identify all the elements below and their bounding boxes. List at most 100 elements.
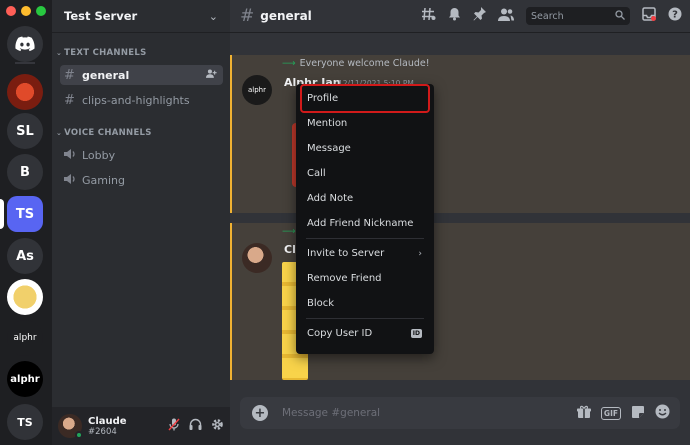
topbar-toolbar: Search ? [421, 7, 682, 25]
channel-clips-and-highlights[interactable]: # clips-and-highlights [60, 90, 223, 110]
search-placeholder: Search [531, 10, 564, 22]
chevron-right-icon: › [418, 248, 422, 259]
menu-item-label: Add Note [307, 193, 354, 204]
voice-channel-gaming[interactable]: Gaming [60, 170, 223, 190]
menu-separator [306, 318, 424, 319]
channel-label: general [82, 68, 130, 82]
menu-item-mention[interactable]: Mention [302, 111, 428, 136]
headphones-icon[interactable] [189, 418, 202, 434]
server-icon-b[interactable]: B [7, 154, 43, 190]
server-icon-yellow[interactable] [7, 279, 43, 315]
home-button[interactable] [7, 26, 43, 62]
gift-icon[interactable] [576, 405, 591, 422]
server-icon-as[interactable]: As [7, 238, 43, 274]
menu-item-label: Invite to Server [307, 248, 385, 259]
user-context-menu: Profile Mention Message Call Add Note Ad… [296, 84, 434, 354]
mic-muted-icon[interactable] [168, 418, 180, 434]
minimize-window-button[interactable] [21, 6, 31, 16]
category-label: VOICE CHANNELS [64, 128, 152, 138]
user-panel: Claude #2604 [52, 407, 230, 445]
threads-icon[interactable] [421, 7, 436, 25]
user-tag: #2604 [88, 426, 117, 437]
channel-label: Gaming [82, 173, 125, 187]
zoom-window-button[interactable] [36, 6, 46, 16]
menu-item-label: Add Friend Nickname [307, 218, 414, 229]
gif-icon[interactable]: GIF [600, 406, 621, 420]
inbox-icon[interactable] [642, 7, 656, 25]
avatar[interactable] [58, 414, 83, 439]
add-member-icon[interactable] [206, 69, 217, 81]
server-header[interactable]: Test Server ⌄ [52, 0, 230, 33]
message-author[interactable]: Cl [284, 243, 296, 256]
id-badge-icon: ID [410, 329, 422, 338]
message-composer[interactable]: + Message #general GIF [240, 397, 680, 429]
rail-separator [15, 62, 35, 64]
gear-icon[interactable] [211, 418, 224, 434]
menu-item-label: Message [307, 143, 351, 154]
menu-item-add-friend-nickname[interactable]: Add Friend Nickname [302, 211, 428, 236]
avatar[interactable]: alphr [242, 75, 272, 105]
menu-item-message[interactable]: Message [302, 136, 428, 161]
chevron-down-icon: ⌄ [208, 9, 218, 23]
server-icon-1[interactable] [7, 74, 43, 110]
channel-label: Lobby [82, 148, 116, 162]
category-arrow-icon: ⌄ [56, 129, 63, 137]
pin-icon[interactable] [473, 7, 486, 25]
search-input[interactable]: Search [526, 7, 630, 25]
server-icon-ts-emoji[interactable]: TS [7, 404, 43, 440]
server-icon-alphr[interactable]: alphr [7, 361, 43, 397]
selected-server-indicator [0, 199, 4, 229]
channel-sidebar: Test Server ⌄ ⌄ TEXT CHANNELS # general #… [52, 0, 230, 445]
server-name: Test Server [64, 9, 138, 23]
server-rail: SL B TS As alphr alphr TS [0, 0, 52, 445]
voice-channel-lobby[interactable]: Lobby [60, 145, 223, 165]
menu-item-label: Mention [307, 118, 348, 129]
menu-item-invite-to-server[interactable]: Invite to Server › [302, 241, 428, 266]
discord-logo-icon [15, 36, 35, 52]
hash-icon: # [64, 92, 75, 108]
menu-item-call[interactable]: Call [302, 161, 428, 186]
menu-item-block[interactable]: Block [302, 291, 428, 316]
system-message: ⟶ Everyone welcome Claude! [282, 58, 430, 69]
system-message-text: Everyone welcome Claude! [299, 58, 430, 69]
channel-general[interactable]: # general [60, 65, 223, 85]
window-controls [6, 6, 46, 16]
composer-toolbar: GIF [576, 404, 670, 422]
menu-item-add-note[interactable]: Add Note [302, 186, 428, 211]
menu-item-label: Call [307, 168, 326, 179]
speaker-icon [64, 148, 82, 163]
menu-item-profile[interactable]: Profile [300, 84, 430, 113]
channel-title: general [260, 9, 312, 23]
channel-label: clips-and-highlights [82, 93, 190, 107]
category-text-channels[interactable]: ⌄ TEXT CHANNELS [56, 48, 147, 58]
speaker-icon [64, 173, 82, 188]
emoji-icon[interactable] [655, 404, 670, 422]
user-info[interactable]: Claude #2604 [88, 416, 127, 437]
svg-text:?: ? [672, 10, 678, 21]
close-window-button[interactable] [6, 6, 16, 16]
channel-topbar: # general Search ? [230, 0, 690, 33]
join-arrow-icon: ⟶ [282, 58, 296, 69]
menu-item-remove-friend[interactable]: Remove Friend [302, 266, 428, 291]
join-arrow-icon: ⟶ [282, 226, 296, 237]
sticker-icon[interactable] [631, 405, 645, 422]
server-icon-ts-selected[interactable]: TS [7, 196, 43, 232]
category-arrow-icon: ⌄ [56, 49, 63, 57]
plus-icon[interactable]: + [252, 405, 268, 421]
hash-icon: # [240, 6, 255, 26]
members-icon[interactable] [498, 8, 514, 25]
server-icon-sl[interactable]: SL [7, 113, 43, 149]
help-icon[interactable]: ? [668, 7, 682, 25]
menu-separator [306, 238, 424, 239]
menu-item-label: Block [307, 298, 335, 309]
hash-icon: # [64, 67, 75, 83]
category-label: TEXT CHANNELS [64, 48, 147, 58]
bell-icon[interactable] [448, 7, 461, 25]
category-voice-channels[interactable]: ⌄ VOICE CHANNELS [56, 128, 152, 138]
server-icon-alphr-text[interactable]: alphr [7, 320, 43, 356]
username: Claude [88, 415, 127, 427]
menu-item-copy-user-id[interactable]: Copy User ID ID [302, 321, 428, 346]
menu-item-label: Copy User ID [307, 328, 373, 339]
user-controls [168, 418, 224, 434]
avatar[interactable] [242, 243, 272, 273]
